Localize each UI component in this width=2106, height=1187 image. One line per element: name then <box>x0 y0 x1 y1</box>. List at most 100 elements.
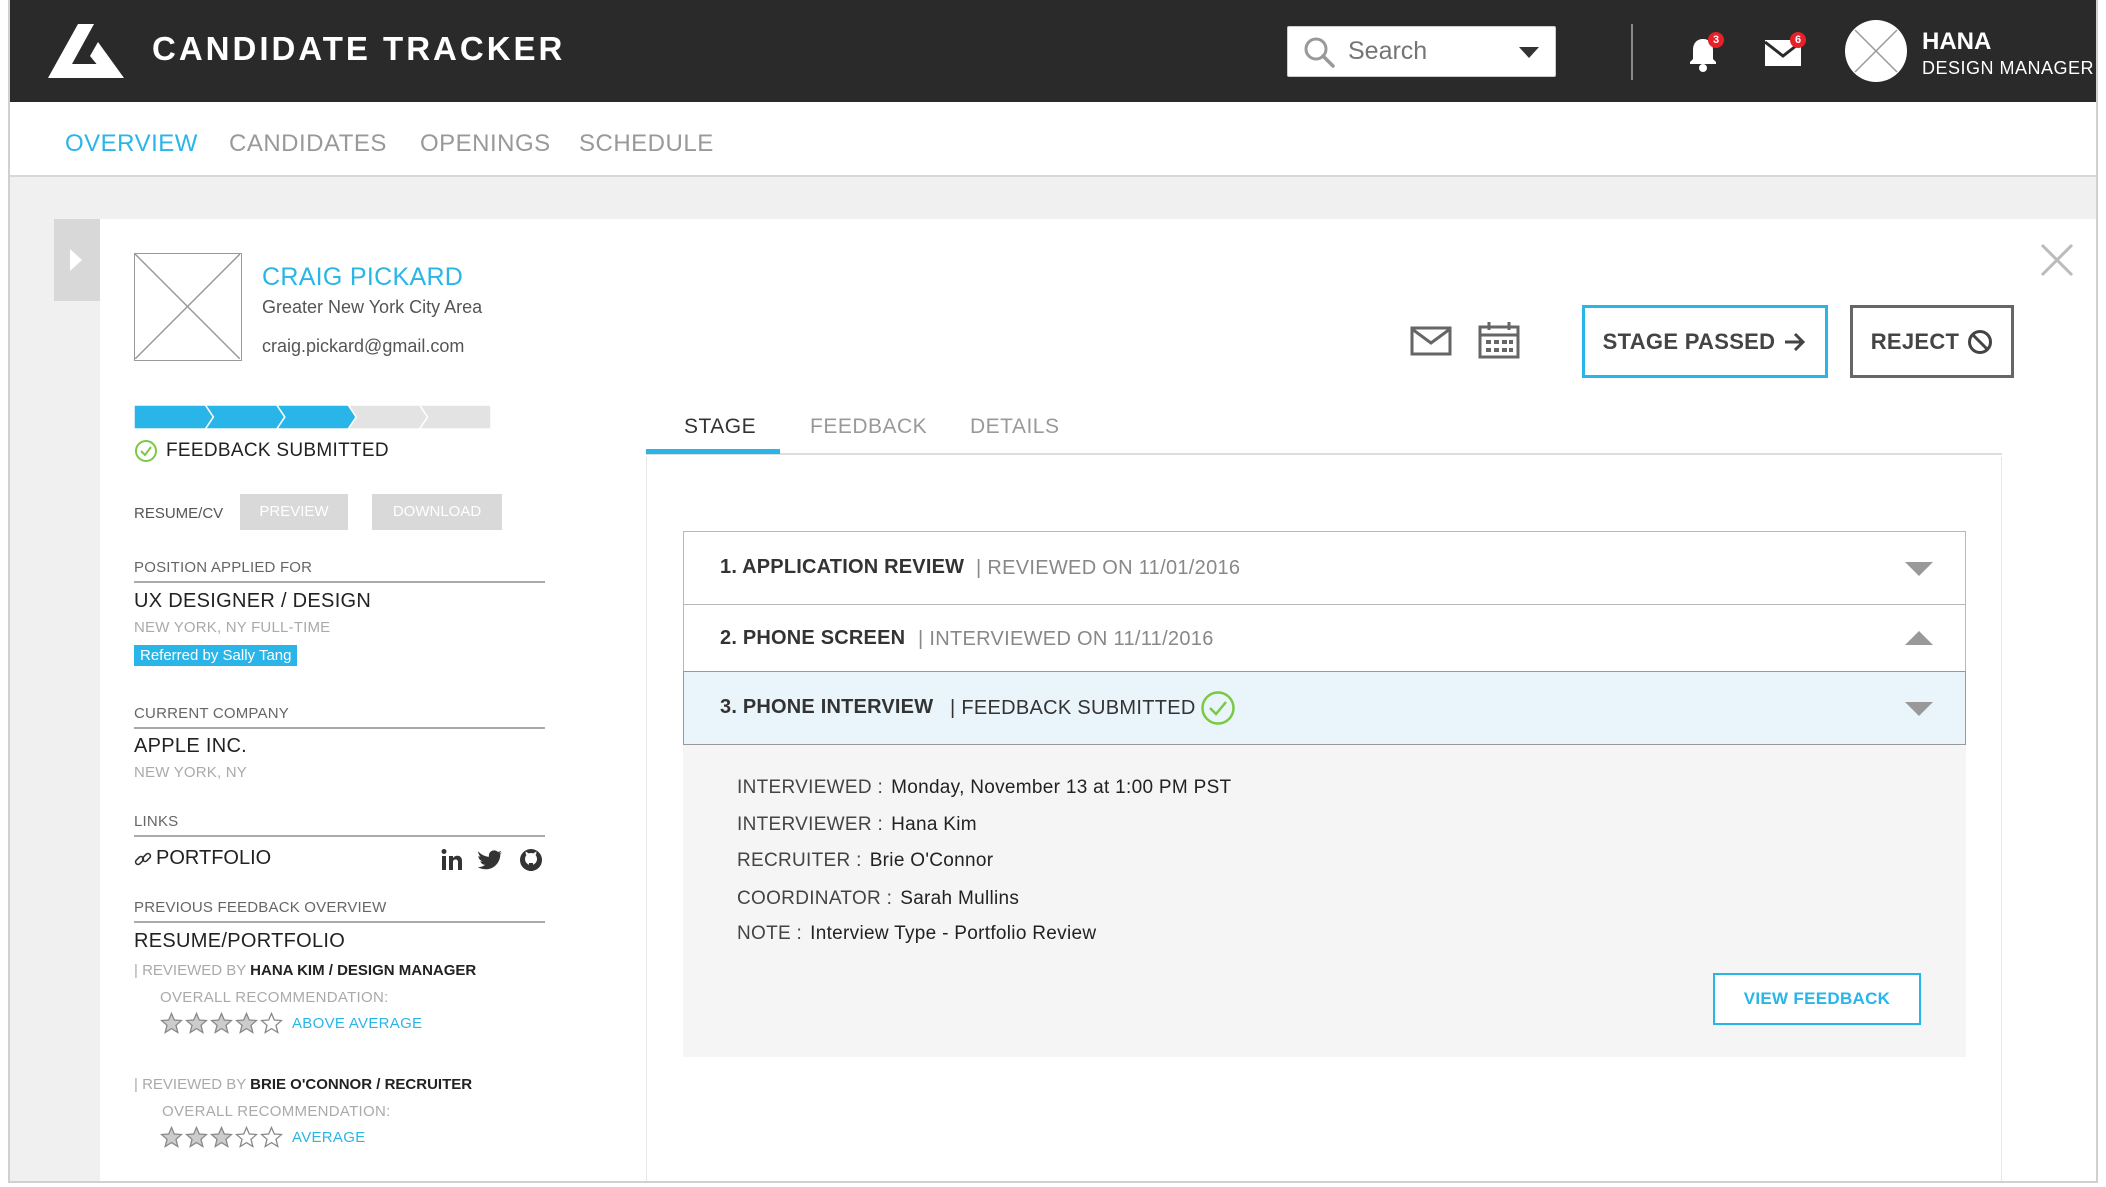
close-icon[interactable] <box>2040 243 2074 277</box>
expand-arrow-icon <box>70 249 82 271</box>
stage-passed-button[interactable]: STAGE PASSED <box>1582 305 1828 378</box>
search-box[interactable] <box>1287 26 1556 77</box>
position-title: UX DESIGNER / DESIGN <box>134 590 372 612</box>
search-input[interactable] <box>1348 37 1508 66</box>
stage-title: 2. PHONE SCREEN <box>720 627 906 649</box>
main-nav: OVERVIEW CANDIDATES OPENINGS SCHEDULE <box>10 102 2096 177</box>
reject-button[interactable]: REJECT <box>1850 305 2014 378</box>
chevron-down-icon[interactable] <box>1905 562 1933 576</box>
resume-download-button[interactable]: DOWNLOAD <box>372 494 502 530</box>
review-1-recommendation-label: OVERALL RECOMMENDATION: <box>160 989 389 1006</box>
review-2-reviewer: | REVIEWED BY BRIE O'CONNOR / RECRUITER <box>134 1076 472 1093</box>
portfolio-label: PORTFOLIO <box>156 847 272 869</box>
section-divider <box>134 581 545 583</box>
detail-interviewer: INTERVIEWER : Hana Kim <box>737 814 977 836</box>
section-divider <box>134 835 545 837</box>
review-prefix: | REVIEWED BY <box>134 962 246 979</box>
detail-coordinator: COORDINATOR : Sarah Mullins <box>737 888 1019 910</box>
tab-stage[interactable]: STAGE <box>684 415 756 439</box>
progress-step-complete <box>275 405 358 429</box>
detail-value: Sarah Mullins <box>900 888 1020 909</box>
section-divider <box>134 727 545 729</box>
twitter-icon[interactable] <box>478 847 504 873</box>
nav-schedule[interactable]: SCHEDULE <box>579 130 714 158</box>
tab-details[interactable]: DETAILS <box>970 415 1059 439</box>
feedback-overview-label: PREVIOUS FEEDBACK OVERVIEW <box>134 899 387 916</box>
review-reviewer-name: BRIE O'CONNOR / RECRUITER <box>250 1076 473 1093</box>
user-avatar[interactable] <box>1845 20 1907 82</box>
view-feedback-button[interactable]: VIEW FEEDBACK <box>1713 973 1921 1025</box>
detail-label: RECRUITER : <box>737 850 862 871</box>
review-2-recommendation-label: OVERALL RECOMMENDATION: <box>162 1103 391 1120</box>
chevron-down-icon[interactable] <box>1905 702 1933 716</box>
link-icon <box>134 852 152 865</box>
header-divider <box>1631 24 1633 80</box>
star-empty-icon <box>260 1012 283 1034</box>
github-icon[interactable] <box>518 847 544 873</box>
star-filled-icon <box>185 1012 208 1034</box>
chevron-up-icon[interactable] <box>1905 631 1933 645</box>
company-location: NEW YORK, NY <box>134 764 247 781</box>
review-reviewer-name: HANA KIM / DESIGN MANAGER <box>250 962 477 979</box>
ban-icon <box>1968 329 1993 354</box>
detail-label: INTERVIEWER : <box>737 814 884 835</box>
detail-recruiter: RECRUITER : Brie O'Connor <box>737 850 993 872</box>
panel-toggle-button[interactable] <box>54 219 100 301</box>
company-name: APPLE INC. <box>134 735 248 757</box>
review-1-reviewer: | REVIEWED BY HANA KIM / DESIGN MANAGER <box>134 962 476 979</box>
candidate-name[interactable]: CRAIG PICKARD <box>262 263 463 292</box>
stage-title: 3. PHONE INTERVIEW <box>720 696 934 718</box>
messages-badge: 6 <box>1790 32 1806 48</box>
stage-passed-label: STAGE PASSED <box>1602 328 1776 354</box>
nav-candidates[interactable]: CANDIDATES <box>229 130 387 158</box>
tab-feedback[interactable]: FEEDBACK <box>810 415 927 439</box>
top-header: CANDIDATE TRACKER 3 6 HANA D <box>10 0 2096 102</box>
position-label: POSITION APPLIED FOR <box>134 559 313 576</box>
photo-placeholder-icon <box>134 253 241 360</box>
star-filled-icon <box>185 1126 208 1148</box>
notifications-badge: 3 <box>1708 32 1724 48</box>
detail-label: INTERVIEWED : <box>737 777 884 798</box>
star-filled-icon <box>210 1126 233 1148</box>
stage-row-phone-interview[interactable]: 3. PHONE INTERVIEW | FEEDBACK SUBMITTED <box>683 671 1966 745</box>
candidate-email[interactable]: craig.pickard@gmail.com <box>262 336 464 357</box>
nav-overview[interactable]: OVERVIEW <box>65 130 198 158</box>
candidate-photo <box>134 253 242 361</box>
reject-label: REJECT <box>1870 328 1960 354</box>
nav-openings[interactable]: OPENINGS <box>420 130 551 158</box>
review-1-rating: ABOVE AVERAGE <box>292 1015 423 1032</box>
referral-badge: Referred by Sally Tang <box>134 645 298 666</box>
star-empty-icon <box>260 1126 283 1148</box>
check-circle-icon <box>1201 691 1235 725</box>
review-2-stars <box>160 1126 283 1148</box>
stage-row-phone-screen[interactable]: 2. PHONE SCREEN | INTERVIEWED ON 11/11/2… <box>683 604 1966 672</box>
star-filled-icon <box>235 1012 258 1034</box>
resume-label: RESUME/CV <box>134 505 224 522</box>
calendar-icon[interactable] <box>1478 321 1520 359</box>
linkedin-icon[interactable] <box>439 847 465 873</box>
app-frame: CANDIDATE TRACKER 3 6 HANA D <box>8 0 2098 1183</box>
avatar-placeholder-icon <box>1854 29 1898 73</box>
detail-value: Brie O'Connor <box>869 850 994 871</box>
position-meta: NEW YORK, NY FULL-TIME <box>134 619 331 636</box>
stage-row-application-review[interactable]: 1. APPLICATION REVIEW | REVIEWED ON 11/0… <box>683 531 1966 605</box>
progress-step-pending <box>347 405 429 429</box>
stage-title: 1. APPLICATION REVIEW <box>720 556 965 578</box>
progress-step-complete <box>204 405 286 429</box>
stage-content: 1. APPLICATION REVIEW | REVIEWED ON 11/0… <box>646 457 2002 1181</box>
candidate-location: Greater New York City Area <box>262 297 483 317</box>
stage-subtitle: | FEEDBACK SUBMITTED <box>950 697 1196 719</box>
email-candidate-icon[interactable] <box>1410 325 1452 357</box>
feedback-status-label: FEEDBACK SUBMITTED <box>166 440 389 461</box>
portfolio-link[interactable]: PORTFOLIO <box>134 847 271 870</box>
detail-label: NOTE : <box>737 923 803 944</box>
detail-value: Monday, November 13 at 1:00 PM PST <box>891 777 1232 798</box>
star-filled-icon <box>160 1012 183 1034</box>
search-dropdown-chevron-icon[interactable] <box>1519 47 1539 58</box>
resume-preview-button[interactable]: PREVIEW <box>240 494 348 530</box>
user-name[interactable]: HANA <box>1922 28 1991 56</box>
review-prefix: | REVIEWED BY <box>134 1076 246 1093</box>
check-circle-icon <box>135 440 157 462</box>
detail-interviewed: INTERVIEWED : Monday, November 13 at 1:00… <box>737 777 1231 799</box>
tabs-divider <box>646 453 2002 455</box>
